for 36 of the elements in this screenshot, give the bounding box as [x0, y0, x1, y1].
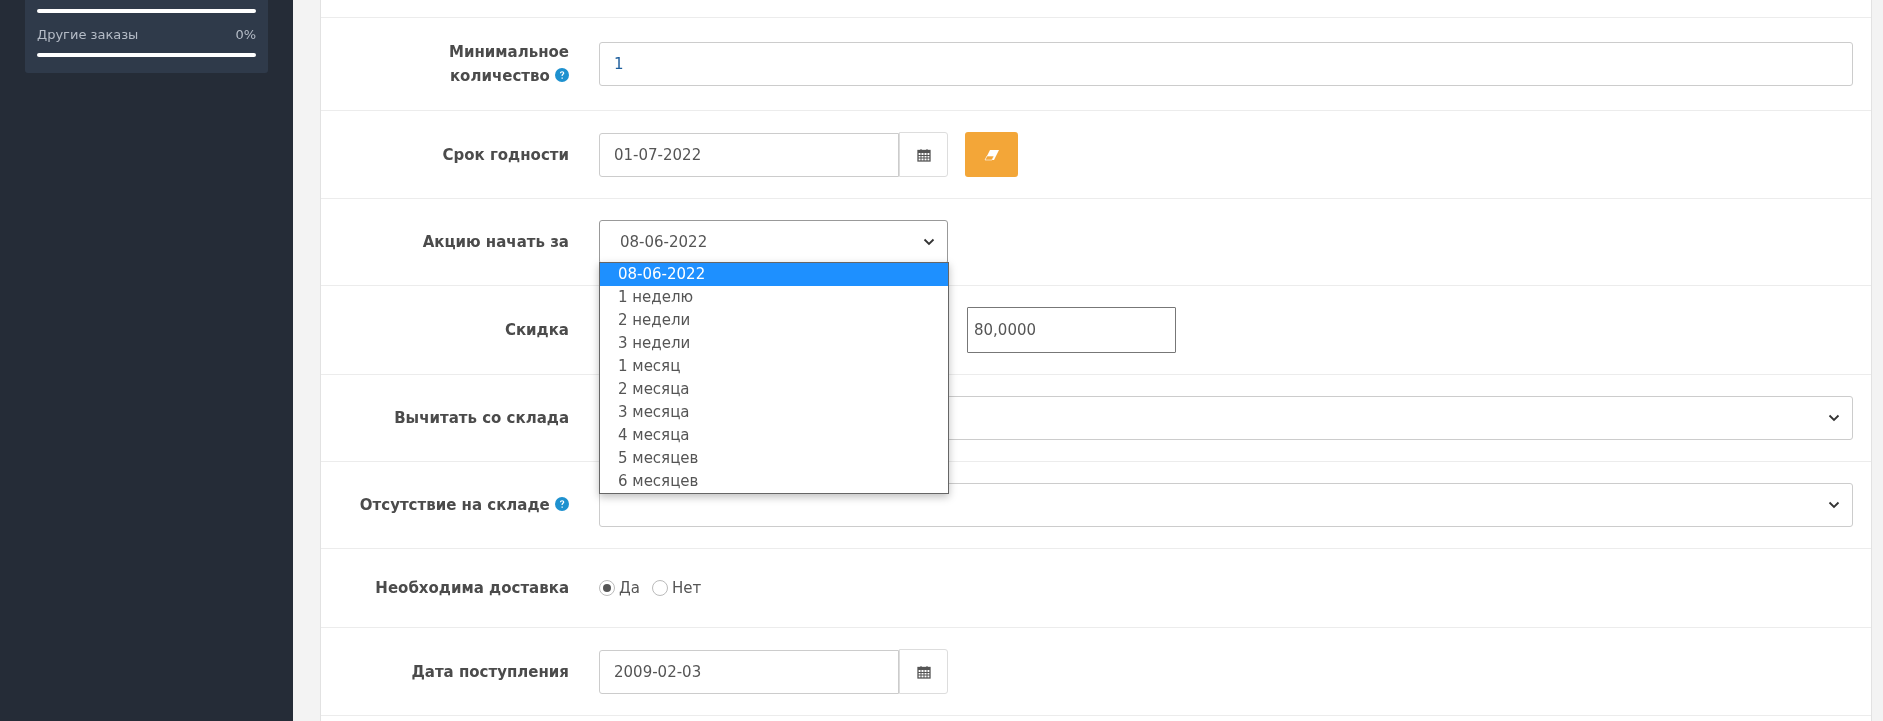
discount-input[interactable]: 80,0000 — [967, 307, 1176, 353]
date-input[interactable]: 2009-02-03 — [599, 649, 899, 694]
dropdown-option[interactable]: 1 месяц — [600, 355, 948, 378]
dropdown-option[interactable]: 4 месяца — [600, 424, 948, 447]
field-label: Необходима доставка — [375, 578, 569, 599]
help-icon[interactable] — [555, 497, 569, 511]
dropdown-option[interactable]: 3 недели — [600, 332, 948, 355]
field-label: Отсутствие на складе — [359, 493, 569, 517]
calendar-button[interactable] — [899, 132, 948, 177]
calendar-icon — [916, 664, 931, 679]
chevron-down-icon — [1828, 501, 1840, 509]
chevron-down-icon — [923, 238, 935, 246]
field-label: Вычитать со склада — [394, 408, 569, 429]
dropdown-option[interactable]: 3 месяца — [600, 401, 948, 424]
field-label: Дата поступления — [411, 661, 569, 683]
eraser-icon — [983, 148, 1000, 161]
calendar-button[interactable] — [899, 649, 948, 694]
stat-value: 0% — [235, 27, 256, 42]
calendar-icon — [916, 147, 931, 162]
chevron-down-icon — [1828, 414, 1840, 422]
field-label: Срок годности — [442, 144, 569, 166]
field-label: Акцию начать за — [422, 232, 569, 253]
stat-label: Другие заказы — [37, 27, 139, 42]
quantity-input[interactable]: 1 — [599, 42, 1853, 86]
field-label: Скидка — [504, 320, 569, 341]
date-input[interactable]: 01-07-2022 — [599, 132, 899, 177]
dropdown-option[interactable]: 6 месяцев — [600, 470, 948, 493]
dropdown-option[interactable]: 5 месяцев — [600, 447, 948, 470]
help-icon[interactable] — [555, 68, 569, 82]
dropdown-option[interactable]: 1 неделю — [600, 286, 948, 309]
dropdown-option[interactable]: 2 месяца — [600, 378, 948, 401]
radio-option[interactable]: Да — [599, 579, 640, 597]
eraser-button[interactable] — [965, 132, 1018, 177]
field-label: Минимальное количество — [448, 42, 569, 87]
radio-option[interactable]: Нет — [651, 579, 702, 597]
dropdown-option[interactable]: 2 недели — [600, 309, 948, 332]
